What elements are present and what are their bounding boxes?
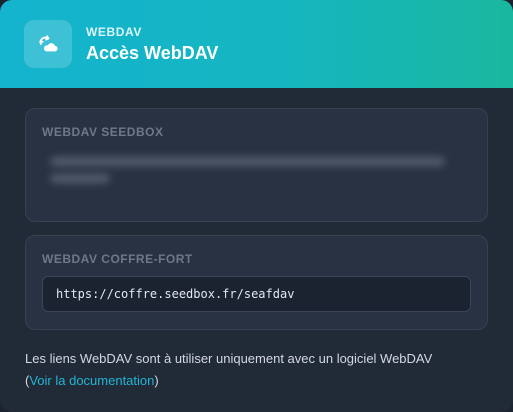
seedbox-url-redacted [42, 157, 471, 183]
webdav-card: WEBDAV Accès WebDAV WEBDAV SEEDBOX WEBDA… [0, 0, 513, 412]
card-body: WEBDAV SEEDBOX WEBDAV COFFRE-FORT https:… [0, 88, 513, 392]
page-title: Accès WebDAV [86, 42, 219, 63]
vault-label: WEBDAV COFFRE-FORT [42, 252, 193, 266]
header-eyebrow: WEBDAV [86, 24, 143, 39]
cloud-sync-icon [39, 35, 58, 52]
header-text: WEBDAV Accès WebDAV [86, 25, 218, 64]
footer-note-text: Les liens WebDAV sont à utiliser uniquem… [25, 351, 433, 366]
card-header: WEBDAV Accès WebDAV [0, 0, 513, 88]
seedbox-panel: WEBDAV SEEDBOX [25, 108, 488, 222]
paren-close: ) [154, 373, 159, 388]
footer-note: Les liens WebDAV sont à utiliser uniquem… [25, 348, 495, 392]
documentation-link[interactable]: Voir la documentation [29, 373, 154, 388]
vault-url-field[interactable]: https://coffre.seedbox.fr/seafdav [42, 276, 471, 312]
redacted-line [50, 174, 110, 183]
vault-panel: WEBDAV COFFRE-FORT https://coffre.seedbo… [25, 235, 488, 330]
redacted-line [50, 157, 445, 166]
header-icon-box [24, 20, 72, 68]
seedbox-label: WEBDAV SEEDBOX [42, 125, 164, 139]
